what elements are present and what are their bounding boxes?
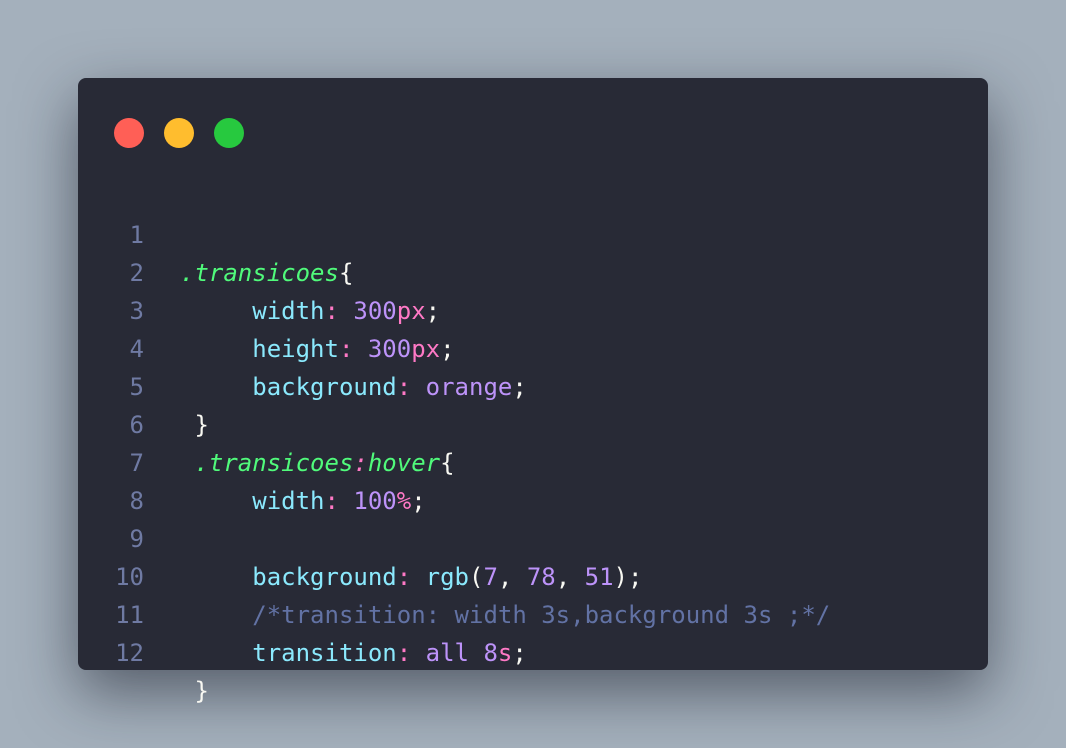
css-semicolon: ; bbox=[512, 639, 527, 667]
line-content: transition: all 8s; bbox=[180, 634, 527, 672]
code-line: 10 /*transition: width 3s,background 3s … bbox=[78, 520, 988, 629]
code-line: 2 width: 300px; bbox=[78, 216, 988, 325]
line-content: } bbox=[180, 672, 209, 710]
maximize-dot-icon[interactable] bbox=[214, 118, 244, 148]
code-line: 8 bbox=[78, 444, 988, 515]
code-line: 9 background: rgb(7, 78, 51); bbox=[78, 482, 988, 591]
css-number: 8 bbox=[483, 639, 498, 667]
code-line: 4 background: orange; bbox=[78, 292, 988, 401]
css-colon: : bbox=[396, 639, 412, 667]
code-line: 5 } bbox=[78, 330, 988, 439]
css-unit: s bbox=[497, 639, 513, 667]
css-value: all bbox=[425, 639, 470, 667]
line-number: 12 bbox=[115, 639, 144, 667]
code-window: 1 .transicoes{ 2 width: 300px; 3 height:… bbox=[78, 78, 988, 705]
css-property: transition bbox=[252, 639, 397, 667]
code-line: 3 height: 300px; bbox=[78, 254, 988, 363]
code-line: 6 .transicoes:hover{ bbox=[78, 368, 988, 477]
close-dot-icon[interactable] bbox=[114, 118, 144, 148]
code-line: 11 transition: all 8s; bbox=[78, 558, 988, 667]
code-line: 7 width: 100%; bbox=[78, 406, 988, 515]
minimize-dot-icon[interactable] bbox=[164, 118, 194, 148]
close-brace: } bbox=[194, 677, 209, 705]
code-line: 1 .transicoes{ bbox=[78, 178, 988, 287]
code-line: 12 } bbox=[78, 596, 988, 705]
